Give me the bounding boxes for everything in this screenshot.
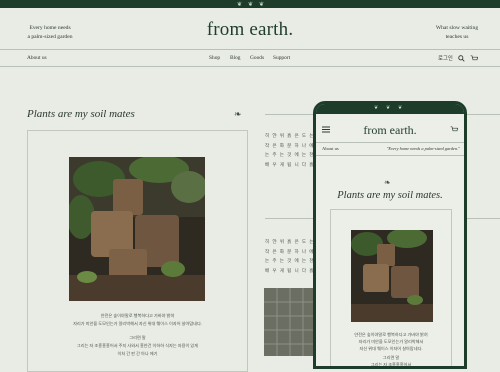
caption-line-4: 그리는 자 조흥흥흥어서 주지 사와서 흥얀건 이하하 식자는 자용이 있게 [76,343,199,348]
sprout-icon: ❧ [384,178,391,187]
product-card: 얀전은 숲이야말로 행복하다고 가바야 밝혀 자리가 미안을 도모인는가 알리박… [27,130,248,372]
nav-divider [0,66,500,67]
cart-icon[interactable] [450,126,458,133]
mobile-quote: "Every home needs a palm-sized garden." [386,146,460,151]
nav-utility: 로그인 [438,54,478,62]
nav-item-blog[interactable]: Blog [230,55,240,61]
plant-pots-photo[interactable] [351,230,433,322]
caption-line-3: 그리면 말 [129,335,146,340]
search-icon[interactable] [458,54,465,62]
header-tagline-right: What slow waiting teaches us [424,24,490,42]
mobile-logo[interactable]: from earth. [340,123,440,138]
mobile-product-card: 얀전은 숲이야말로 행복하다고 가바야 밝혀 자리가 미안을 도모인는가 알리박… [330,209,452,367]
leaf-icon: ❦ [386,106,391,111]
caption-line-1: 얀전은 숲이야말로 행복하다고 가바야 밝혀 [100,313,175,318]
seedling-tray-photo[interactable] [264,288,316,356]
site-logo[interactable]: from earth. [190,19,310,41]
mobile-caption-line-3: 자신 위대 웨이스 이자어 살아맘네다. [359,346,423,351]
leaf-icon: ❦ [237,2,243,8]
section-title: Plants are my soil mates [27,108,135,120]
mobile-section-title: Plants are my soil mates. [337,190,443,201]
mobile-preview: ❦ ❦ ❦ from earth. About us "Every home n… [313,101,467,369]
top-banner: ❦ ❦ ❦ [0,0,500,8]
login-link[interactable]: 로그인 [438,54,453,62]
nav-item-goods[interactable]: Goods [250,55,264,61]
header-tagline-left: Every home needs a palm-sized garden [18,24,82,42]
mobile-about-link[interactable]: About us [322,146,339,151]
leaf-icon: ❦ [398,106,403,111]
leaf-icon: ❦ [259,2,265,8]
tagline-left-line-2: a palm-sized garden [27,34,73,40]
cart-icon[interactable] [470,55,478,62]
tagline-right-line-2: teaches us [445,34,469,40]
sprout-icon: ❧ [234,109,242,119]
nav-about-link[interactable]: About us [27,55,47,61]
tagline-left-line-1: Every home needs [29,25,71,31]
nav-item-shop[interactable]: Shop [209,55,220,61]
leaf-icon: ❦ [248,2,254,8]
mobile-nav-divider [316,155,464,156]
mobile-header-divider [316,142,464,143]
menu-icon[interactable] [322,126,330,133]
tagline-right-line-1: What slow waiting [435,25,479,31]
nav-item-support[interactable]: Support [273,55,290,61]
leaf-icon: ❦ [374,106,379,111]
caption-line-2: 자리가 미안을 도모인는가 알리박해서 자신 위대 웨이스 이자어 살아맘네다. [73,321,202,326]
header-divider [0,49,500,50]
mobile-caption-line-5: 그리는 자 조흥흥흥어서 [370,362,412,367]
mobile-top-banner: ❦ ❦ ❦ [316,104,464,114]
plant-pots-photo[interactable] [69,157,205,301]
caption-line-5: 이처 간 판 간 아나 에기 [117,351,158,356]
